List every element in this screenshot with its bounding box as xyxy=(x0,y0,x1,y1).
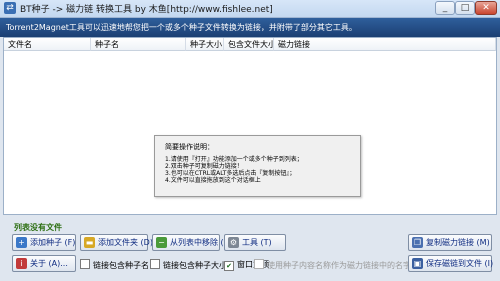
column-header-filename[interactable]: 文件名 xyxy=(4,38,91,51)
column-header-content-size[interactable]: 包含文件大小 xyxy=(224,38,274,51)
column-header-torrent-size[interactable]: 种子大小 xyxy=(186,38,224,51)
folder-icon: ▬ xyxy=(84,237,95,248)
save-links-button[interactable]: ▣ 保存磁链到文件 (I) xyxy=(408,255,494,272)
maximize-button[interactable]: □ xyxy=(455,1,475,15)
help-line: 2.双击种子可复制磁力链接！ xyxy=(165,163,243,170)
checkbox-box xyxy=(150,259,160,269)
app-icon: ⇄ xyxy=(4,2,16,14)
checkbox-box xyxy=(80,259,90,269)
minimize-button[interactable]: _ xyxy=(435,1,455,15)
help-panel: 简要操作说明： 1.请使用『打开』功能添加一个或多个种子到列表； 2.双击种子可… xyxy=(154,135,361,197)
add-torrent-label: 添加种子 (F) xyxy=(30,238,76,247)
status-text: 列表没有文件 xyxy=(14,223,62,232)
main-window: ⇄ BT种子 -> 磁力链 转换工具 by 木鱼[http://www.fish… xyxy=(0,0,500,281)
help-line: 1.请使用『打开』功能添加一个或多个种子到列表； xyxy=(165,156,303,163)
copy-icon: ❐ xyxy=(412,237,423,248)
add-folder-button[interactable]: ▬ 添加文件夹 (D) xyxy=(80,234,153,251)
info-icon: i xyxy=(16,258,27,269)
help-title: 简要操作说明： xyxy=(165,143,214,151)
save-links-label: 保存磁链到文件 (I) xyxy=(426,259,494,268)
column-header-magnet-link[interactable]: 磁力链接 xyxy=(274,38,496,51)
checkbox-box xyxy=(254,259,264,269)
remove-icon: − xyxy=(156,237,167,248)
add-torrent-button[interactable]: + 添加种子 (F) xyxy=(12,234,76,251)
info-banner: Torrent2Magnet工具可以迅速地帮您把一个或多个种子文件转换为链接，并… xyxy=(0,18,500,37)
copy-magnet-label: 复制磁力链接 (M) xyxy=(426,238,490,247)
tools-label: 工具 (T) xyxy=(242,238,272,247)
help-line: 3.也可以在CTRL或ALT多选后点击『复制按钮』； xyxy=(165,170,296,177)
column-header-torrent-name[interactable]: 种子名 xyxy=(91,38,186,51)
include-filename-label: 链接包含种子名 xyxy=(93,261,149,270)
use-inner-name-label: 使用种子内容名称作为磁力链接中的名字 xyxy=(267,261,411,270)
help-line: 4.文件可以直接拖放到这个对话框上 xyxy=(165,177,261,184)
use-inner-name-checkbox[interactable]: 使用种子内容名称作为磁力链接中的名字 xyxy=(254,259,411,271)
window-title: BT种子 -> 磁力链 转换工具 by 木鱼[http://www.fishle… xyxy=(20,5,273,15)
remove-from-list-label: 从列表中移除 (R) xyxy=(170,238,233,247)
title-bar: ⇄ BT种子 -> 磁力链 转换工具 by 木鱼[http://www.fish… xyxy=(0,0,500,18)
about-button[interactable]: i 关于 (A)... xyxy=(12,255,76,272)
add-folder-label: 添加文件夹 (D) xyxy=(98,238,153,247)
include-filename-checkbox[interactable]: 链接包含种子名 xyxy=(80,259,149,271)
tools-button[interactable]: ⚙ 工具 (T) xyxy=(224,234,286,251)
checkmark-icon: ✔ xyxy=(224,261,234,271)
save-icon: ▣ xyxy=(412,258,423,269)
remove-from-list-button[interactable]: − 从列表中移除 (R) xyxy=(152,234,232,251)
include-size-label: 链接包含种子大小 xyxy=(163,261,227,270)
close-button[interactable]: ✕ xyxy=(475,1,497,15)
banner-text: Torrent2Magnet工具可以迅速地帮您把一个或多个种子文件转换为链接，并… xyxy=(6,23,357,32)
gear-icon: ⚙ xyxy=(228,237,239,248)
copy-magnet-button[interactable]: ❐ 复制磁力链接 (M) xyxy=(408,234,492,251)
include-size-checkbox[interactable]: 链接包含种子大小 xyxy=(150,259,227,271)
about-label: 关于 (A)... xyxy=(30,259,68,268)
add-icon: + xyxy=(16,237,27,248)
torrent-list[interactable]: 文件名 种子名 种子大小 包含文件大小 磁力链接 简要操作说明： 1.请使用『打… xyxy=(3,37,497,215)
